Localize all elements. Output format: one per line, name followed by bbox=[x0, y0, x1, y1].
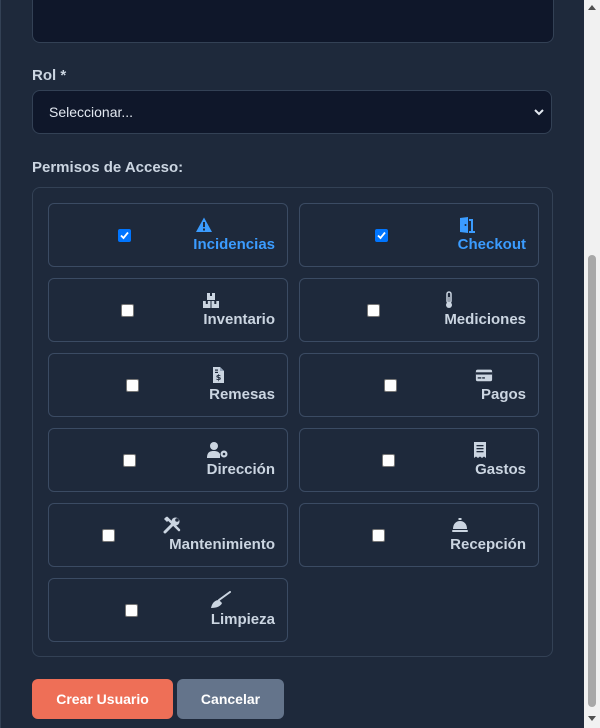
user-gear-icon bbox=[207, 442, 228, 458]
permissions-grid: Incidencias Checkout Inventario Medicion… bbox=[32, 187, 553, 657]
receipt-icon bbox=[474, 442, 486, 458]
permission-label-incidencias: Incidencias bbox=[193, 236, 275, 253]
rol-select[interactable]: Seleccionar... bbox=[32, 90, 552, 134]
checkbox-mantenimiento[interactable] bbox=[102, 529, 115, 542]
rol-label: Rol * bbox=[32, 67, 67, 84]
svg-text:$: $ bbox=[216, 373, 222, 382]
permission-label-recepcion: Recepción bbox=[450, 536, 526, 553]
user-form-panel: Rol * Seleccionar... Permisos de Acceso:… bbox=[0, 0, 585, 728]
permission-card-limpieza[interactable]: Limpieza bbox=[48, 578, 288, 642]
boxes-icon bbox=[203, 293, 219, 308]
permission-card-inventario[interactable]: Inventario bbox=[48, 278, 288, 342]
permission-label-inventario: Inventario bbox=[203, 311, 275, 328]
checkbox-gastos[interactable] bbox=[382, 454, 395, 467]
scroll-up-icon[interactable] bbox=[588, 4, 596, 10]
permission-card-remesas[interactable]: $ Remesas bbox=[48, 353, 288, 417]
concierge-bell-icon bbox=[452, 518, 468, 532]
permisos-label: Permisos de Acceso: bbox=[32, 159, 184, 176]
credit-card-icon bbox=[475, 369, 493, 382]
checkbox-pagos[interactable] bbox=[384, 379, 397, 392]
permission-label-mediciones: Mediciones bbox=[444, 311, 526, 328]
checkbox-remesas[interactable] bbox=[126, 379, 139, 392]
permission-label-pagos: Pagos bbox=[480, 386, 526, 403]
chevron-down-icon bbox=[534, 109, 544, 116]
warning-icon bbox=[196, 217, 212, 232]
checkbox-limpieza[interactable] bbox=[125, 604, 138, 617]
permission-card-mediciones[interactable]: Mediciones bbox=[299, 278, 539, 342]
permission-label-direccion: Dirección bbox=[206, 461, 275, 478]
broom-icon bbox=[211, 591, 231, 608]
door-exit-icon bbox=[460, 217, 475, 233]
previous-field-input[interactable] bbox=[32, 0, 554, 43]
permission-card-gastos[interactable]: Gastos bbox=[299, 428, 539, 492]
permission-card-direccion[interactable]: Dirección bbox=[48, 428, 288, 492]
permission-label-checkout: Checkout bbox=[457, 236, 526, 253]
permission-card-recepcion[interactable]: Recepción bbox=[299, 503, 539, 567]
permission-label-mantenimiento: Mantenimiento bbox=[169, 536, 275, 553]
checkbox-checkout[interactable] bbox=[375, 229, 388, 242]
scrollbar[interactable] bbox=[584, 0, 600, 728]
checkbox-mediciones[interactable] bbox=[367, 304, 380, 317]
tools-icon bbox=[163, 516, 181, 534]
thermometer-icon bbox=[446, 291, 452, 308]
checkbox-recepcion[interactable] bbox=[372, 529, 385, 542]
permission-card-mantenimiento[interactable]: Mantenimiento bbox=[48, 503, 288, 567]
create-user-button[interactable]: Crear Usuario bbox=[32, 679, 173, 719]
scroll-down-icon[interactable] bbox=[588, 716, 596, 722]
permission-label-remesas: Remesas bbox=[209, 386, 275, 403]
permission-card-incidencias[interactable]: Incidencias bbox=[48, 203, 288, 267]
cancel-button[interactable]: Cancelar bbox=[177, 679, 284, 719]
checkbox-inventario[interactable] bbox=[121, 304, 134, 317]
permission-card-checkout[interactable]: Checkout bbox=[299, 203, 539, 267]
checkbox-direccion[interactable] bbox=[123, 454, 136, 467]
scrollbar-thumb[interactable] bbox=[588, 255, 596, 707]
rol-select-value: Seleccionar... bbox=[49, 104, 134, 120]
permission-card-pagos[interactable]: Pagos bbox=[299, 353, 539, 417]
permission-label-limpieza: Limpieza bbox=[210, 611, 275, 628]
permission-label-gastos: Gastos bbox=[475, 461, 526, 478]
invoice-dollar-icon: $ bbox=[213, 367, 224, 383]
checkbox-incidencias[interactable] bbox=[118, 229, 131, 242]
